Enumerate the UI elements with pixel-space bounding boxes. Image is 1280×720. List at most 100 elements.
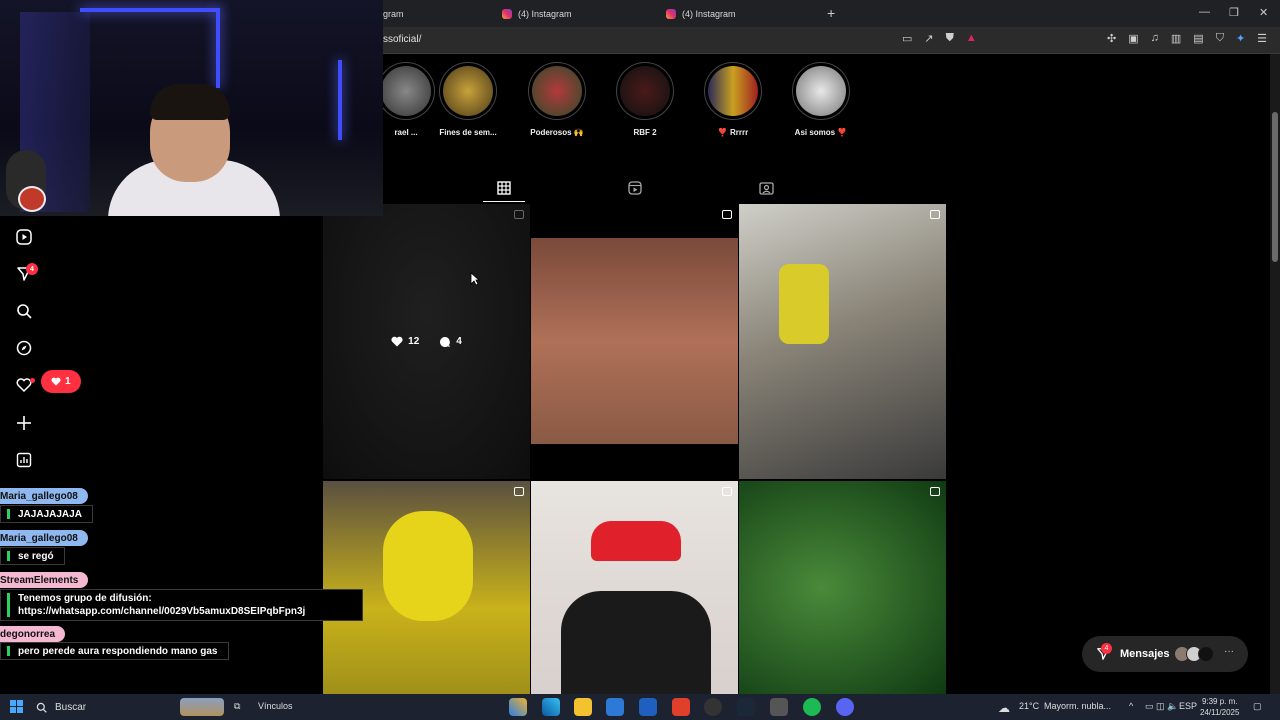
file-explorer-icon[interactable] xyxy=(574,698,592,716)
scrollbar-thumb[interactable] xyxy=(1272,112,1278,262)
browser-toolbar: ✣ ▣ ♫ ▥ ▤ ⛉ ✦ ☰ xyxy=(1107,32,1267,45)
media-icon[interactable]: ▣ xyxy=(1128,32,1138,45)
post-image xyxy=(591,521,681,561)
edge-icon[interactable] xyxy=(542,698,560,716)
post-thumbnail[interactable]: 12 4 xyxy=(323,204,530,479)
browser-tab[interactable]: (4) Instagram xyxy=(502,0,572,27)
tray-icons[interactable]: ▭ ◫ 🔈 xyxy=(1145,701,1178,712)
carousel-indicator-icon xyxy=(930,487,940,496)
post-thumbnail[interactable] xyxy=(739,204,946,479)
chat-message: se regó xyxy=(0,547,65,565)
notifications-tray-icon[interactable]: ▢ xyxy=(1253,701,1262,712)
copilot-icon[interactable] xyxy=(509,698,527,716)
tray-chevron-icon[interactable]: ^ xyxy=(1129,701,1133,711)
taskbar-links-label[interactable]: Vínculos xyxy=(258,701,293,711)
carousel-indicator-icon xyxy=(930,210,940,219)
search-highlight-image xyxy=(180,698,224,716)
story-highlight[interactable]: Asi somos ❣️ xyxy=(786,62,856,137)
webcam-overlay xyxy=(0,0,383,216)
share-icon[interactable]: ↗ xyxy=(924,32,933,45)
rewards-icon[interactable]: ▲ xyxy=(966,32,977,45)
story-label: Asi somos ❣️ xyxy=(794,128,848,137)
language-indicator[interactable]: ESP xyxy=(1179,701,1197,711)
post-thumbnail[interactable] xyxy=(531,204,738,479)
led-strip xyxy=(216,8,220,88)
more-options-icon[interactable]: ··· xyxy=(1224,646,1234,657)
wallet-icon[interactable]: ▤ xyxy=(1193,32,1203,45)
music-icon[interactable]: ♫ xyxy=(1151,32,1159,45)
post-thumbnail[interactable] xyxy=(739,481,946,694)
post-image xyxy=(779,264,829,344)
discord-icon[interactable] xyxy=(836,698,854,716)
steam-icon[interactable] xyxy=(737,698,755,716)
mail-icon[interactable] xyxy=(639,698,657,716)
weather-desc[interactable]: Mayorm. nubla... xyxy=(1044,701,1111,711)
sidebar-explore[interactable] xyxy=(14,338,34,358)
minimize-button[interactable]: — xyxy=(1199,6,1210,18)
chat-username: Maria_gallego08 xyxy=(0,488,88,504)
brave-icon[interactable] xyxy=(672,698,690,716)
chat-username: Maria_gallego08 xyxy=(0,530,88,546)
instagram-icon xyxy=(502,8,512,19)
spotify-icon[interactable] xyxy=(803,698,821,716)
streamer-hair xyxy=(150,84,230,120)
task-view-icon[interactable]: ⧉ xyxy=(234,701,240,712)
comments-count: 4 xyxy=(456,336,462,347)
sidebar-search[interactable] xyxy=(14,301,34,321)
post-thumbnail[interactable] xyxy=(531,481,738,694)
close-window-button[interactable]: ✕ xyxy=(1259,6,1268,19)
posts-grid-icon xyxy=(497,181,511,195)
led-strip xyxy=(338,60,342,140)
explore-icon xyxy=(16,340,32,356)
post-thumbnail[interactable] xyxy=(323,481,530,694)
heart-icon xyxy=(51,377,61,386)
tab-label: gram xyxy=(383,8,404,19)
obs-icon[interactable] xyxy=(704,698,722,716)
settings-icon[interactable] xyxy=(770,698,788,716)
leo-icon[interactable]: ✦ xyxy=(1236,32,1245,45)
sidebar-reels[interactable] xyxy=(14,227,34,247)
notification-pill[interactable]: 1 xyxy=(41,370,81,393)
messages-badge: 4 xyxy=(26,263,38,275)
mouse-cursor-icon xyxy=(470,272,480,286)
browser-tab[interactable]: gram xyxy=(383,0,404,27)
sidebar-toggle-icon[interactable]: ▥ xyxy=(1171,32,1181,45)
heart-icon xyxy=(391,336,403,347)
cast-icon[interactable]: ▭ xyxy=(902,32,912,45)
vpn-icon[interactable]: ⛉ xyxy=(1216,32,1224,45)
carousel-indicator-icon xyxy=(722,487,732,496)
story-highlight[interactable]: Fines de sem... xyxy=(433,62,503,137)
post-image xyxy=(531,238,738,444)
weather-icon: ☁ xyxy=(998,701,1010,715)
story-highlight[interactable]: Poderosos 🙌 xyxy=(522,62,592,137)
post-stats: 12 4 xyxy=(323,204,530,479)
menu-icon[interactable]: ☰ xyxy=(1257,32,1267,45)
story-label: ❣️ Rrrrr xyxy=(717,128,749,137)
reel-indicator-icon xyxy=(514,487,524,496)
chat-message: Tenemos grupo de difusión: https://whats… xyxy=(0,589,363,621)
sidebar-create[interactable] xyxy=(14,413,34,433)
chat-username: StreamElements xyxy=(0,572,89,588)
sidebar-dashboard[interactable] xyxy=(14,450,34,470)
new-tab-button[interactable]: + xyxy=(827,5,835,21)
active-tab-indicator xyxy=(483,201,525,202)
taskbar-search[interactable]: Buscar xyxy=(36,698,86,716)
post-image xyxy=(383,511,473,621)
browser-tab[interactable]: (4) Instagram xyxy=(666,0,736,27)
story-highlight[interactable]: ❣️ Rrrrr xyxy=(698,62,768,137)
store-icon[interactable] xyxy=(606,698,624,716)
shield-icon[interactable]: ⛊ xyxy=(946,32,954,45)
url-input[interactable]: ssoficial/ xyxy=(383,34,421,45)
dashboard-icon xyxy=(16,452,32,468)
story-highlight[interactable]: RBF 2 xyxy=(610,62,680,137)
tab-posts[interactable] xyxy=(494,179,514,197)
restore-button[interactable]: ❐ xyxy=(1229,6,1239,19)
tab-reels[interactable] xyxy=(625,179,645,197)
windows-start-icon[interactable] xyxy=(10,700,23,713)
search-icon xyxy=(36,702,47,713)
weather-temp[interactable]: 21°C xyxy=(1019,701,1039,711)
tab-tagged[interactable] xyxy=(756,179,776,197)
taskbar-clock[interactable]: 9:39 p. m. 24/11/2025 xyxy=(1200,696,1239,718)
extensions-icon[interactable]: ✣ xyxy=(1107,32,1116,45)
reels-icon xyxy=(628,181,642,195)
